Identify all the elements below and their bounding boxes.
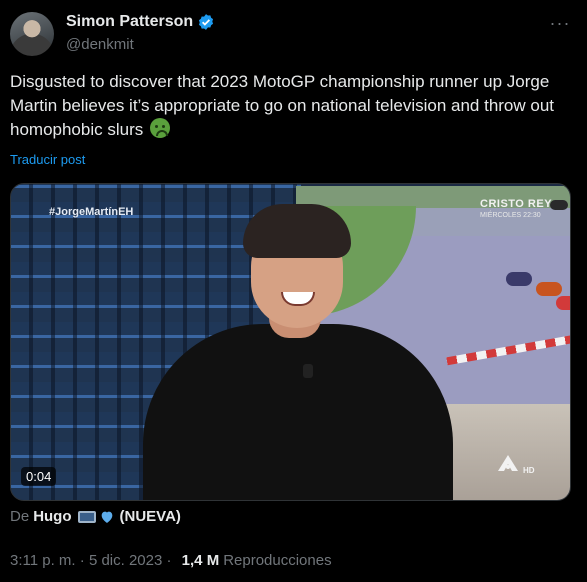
author-name[interactable]: Simon Patterson [66,13,193,31]
tweet-meta: 3:11 p. m. · 5 dic. 2023 · 1,4 M Reprodu… [10,552,332,569]
lapel-mic [303,364,313,378]
motorbike [536,282,562,296]
motorbike [556,296,570,310]
from-tag: (NUEVA) [119,508,181,525]
laptop-icon [77,510,96,523]
video-player[interactable]: CRISTO REY MIÉRCOLES 22:30 #JorgeMartínE… [10,183,571,501]
more-options-icon[interactable]: ··· [549,14,571,36]
video-duration: 0:04 [21,467,57,486]
motorbike [506,272,532,286]
studio-stand [441,404,570,500]
tweet-body: Disgusted to discover that 2023 MotoGP c… [10,72,555,139]
screen-title: CRISTO REY [480,198,553,210]
video-hashtag: #JorgeMartínEH [49,206,134,218]
post-date[interactable]: 5 dic. 2023 [89,552,162,569]
tweet-header: Simon Patterson @denkmit ··· [10,10,577,58]
verified-badge-icon [197,13,215,31]
person-hair [243,204,351,258]
tweet-text: Disgusted to discover that 2023 MotoGP c… [10,70,570,142]
meta-separator: · [162,552,176,569]
blue-heart-icon [99,509,115,525]
person-body [143,324,453,500]
avatar[interactable] [10,12,54,56]
author-handle[interactable]: @denkmit [66,36,134,53]
from-prefix: De [10,508,30,525]
meta-separator: · [75,552,89,569]
view-count: 1,4 M [181,552,220,569]
post-time[interactable]: 3:11 p. m. [10,552,76,569]
from-user-link[interactable]: Hugo [33,508,71,525]
motorbike [550,200,568,210]
name-row: Simon Patterson [66,13,215,31]
nauseated-face-emoji-icon [149,118,170,138]
screen-subtitle: MIÉRCOLES 22:30 [480,212,541,219]
translate-post-link[interactable]: Traducir post [10,152,85,167]
video-attribution: De Hugo (NUEVA) [10,508,181,525]
hd-badge: HD [523,466,535,475]
views-label: Reproducciones [223,552,332,569]
antena3-logo-icon [497,454,519,472]
